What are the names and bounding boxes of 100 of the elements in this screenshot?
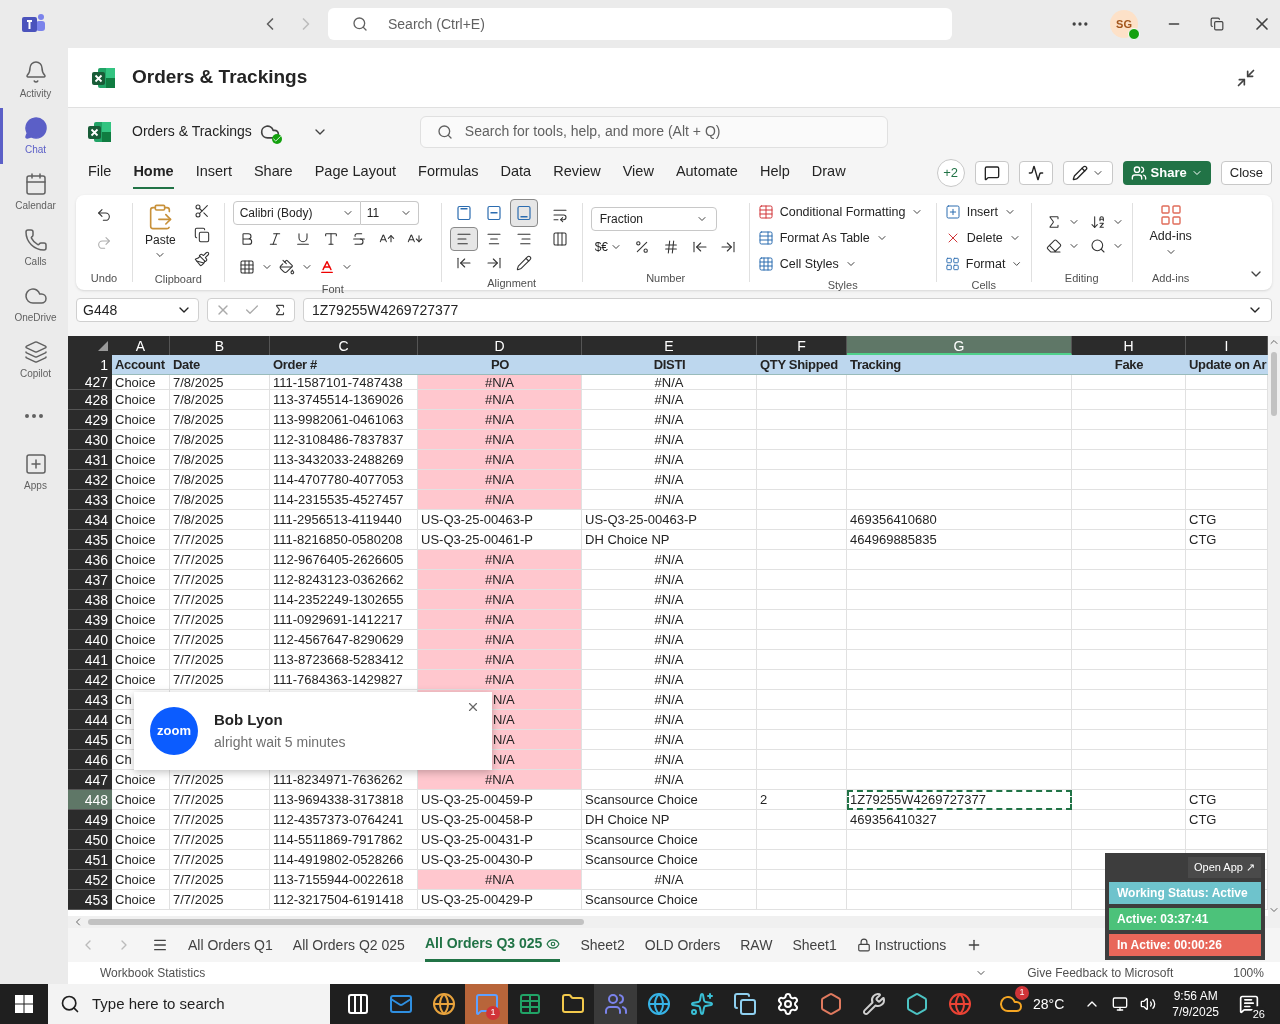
menu-tab[interactable]: File: [88, 156, 112, 189]
row-number[interactable]: 434: [68, 510, 112, 530]
column-header[interactable]: A: [112, 336, 170, 355]
close-button[interactable]: Close: [1220, 160, 1272, 185]
row-number[interactable]: 443: [68, 690, 112, 710]
active-cell[interactable]: 1Z79255W4269727377: [847, 790, 1072, 810]
open-app-button[interactable]: Open App ↗: [1188, 857, 1261, 878]
zoom-level[interactable]: 100%: [1233, 964, 1264, 982]
formula-field[interactable]: 1Z79255W4269727377: [303, 298, 1272, 322]
clock-time[interactable]: 9:56 AM: [1173, 988, 1218, 1004]
collapse-icon[interactable]: [1236, 67, 1256, 88]
name-box[interactable]: G448: [76, 298, 199, 322]
number-format-dropdown[interactable]: Fraction: [590, 207, 717, 231]
font-name-dropdown[interactable]: Calibri (Body): [232, 201, 361, 225]
row-number[interactable]: 439: [68, 610, 112, 630]
column-header[interactable]: E: [582, 336, 757, 355]
volume-icon[interactable]: [1140, 996, 1157, 1012]
column-header[interactable]: B: [170, 336, 270, 355]
comments-button[interactable]: [974, 160, 1009, 185]
sheet-tab[interactable]: Sheet2: [580, 928, 625, 962]
taskbar-app[interactable]: 1: [465, 984, 508, 1024]
column-header[interactable]: D: [418, 336, 582, 355]
row-number[interactable]: 440: [68, 630, 112, 650]
horizontal-scrollbar[interactable]: [68, 916, 1280, 928]
row-number[interactable]: 427: [68, 375, 112, 390]
vertical-scrollbar[interactable]: [1268, 336, 1280, 916]
column-header[interactable]: G: [847, 336, 1072, 355]
menu-tab[interactable]: Review: [553, 156, 601, 189]
row-number[interactable]: 438: [68, 590, 112, 610]
notification-toast[interactable]: zoom Bob Lyon alright wait 5 minutes: [134, 692, 492, 770]
temperature[interactable]: 28°C: [1033, 993, 1065, 1015]
menu-tab[interactable]: Page Layout: [314, 156, 397, 189]
column-header[interactable]: C: [270, 336, 418, 355]
cells-menu-button[interactable]: Insert: [944, 199, 1023, 225]
column-header[interactable]: I: [1186, 336, 1268, 355]
rail-item[interactable]: Activity: [0, 52, 68, 108]
column-header[interactable]: F: [757, 336, 847, 355]
search-field[interactable]: Search for tools, help, and more (Alt + Q): [419, 115, 888, 148]
row-number[interactable]: 450: [68, 830, 112, 850]
search-field[interactable]: Search (Ctrl+E): [328, 8, 952, 40]
row-number[interactable]: 435: [68, 530, 112, 550]
workbook-statistics[interactable]: Workbook Statistics: [100, 964, 206, 982]
cells-menu-button[interactable]: Format: [944, 251, 1023, 277]
sheet-tab[interactable]: All Orders Q2 025: [292, 928, 405, 962]
row-number[interactable]: 449: [68, 810, 112, 830]
row-number[interactable]: 432: [68, 470, 112, 490]
menu-tab[interactable]: Automate: [675, 156, 738, 189]
sheet-tab[interactable]: Instructions: [856, 928, 947, 962]
menu-tab[interactable]: Data: [500, 156, 532, 189]
activity-button[interactable]: [1018, 160, 1053, 185]
windows-logo-icon[interactable]: [15, 995, 33, 1013]
clock-date[interactable]: 7/9/2025: [1172, 1004, 1219, 1020]
menu-tab[interactable]: View: [622, 156, 654, 189]
font-size-dropdown[interactable]: 11: [360, 201, 419, 225]
restore-icon[interactable]: [1210, 17, 1224, 31]
sheet-tab[interactable]: RAW: [740, 928, 773, 962]
row-number[interactable]: 451: [68, 850, 112, 870]
editing-mode-button[interactable]: [1062, 160, 1113, 185]
row-number[interactable]: 436: [68, 550, 112, 570]
row-number[interactable]: 448: [68, 790, 112, 810]
row-number[interactable]: 445: [68, 730, 112, 750]
row-number[interactable]: 452: [68, 870, 112, 890]
menu-tab[interactable]: Insert: [195, 156, 232, 189]
menu-tab[interactable]: Draw: [811, 156, 846, 189]
row-number[interactable]: 429: [68, 410, 112, 430]
menu-tab[interactable]: Home: [133, 156, 174, 189]
sheet-tab[interactable]: OLD Orders: [644, 928, 721, 962]
taskbar-search[interactable]: Type here to search: [48, 984, 330, 1024]
file-name[interactable]: Orders & Trackings: [132, 121, 252, 142]
rail-item[interactable]: Apps: [0, 444, 68, 500]
styles-menu-button[interactable]: Cell Styles: [757, 251, 928, 277]
row-number[interactable]: 453: [68, 890, 112, 910]
close-icon[interactable]: [466, 700, 480, 714]
row-number[interactable]: 446: [68, 750, 112, 770]
currency-button[interactable]: $€: [590, 235, 627, 259]
row-number[interactable]: 431: [68, 450, 112, 470]
row-number[interactable]: 430: [68, 430, 112, 450]
rail-item[interactable]: Copilot: [0, 332, 68, 388]
paste-button[interactable]: Paste: [141, 199, 180, 271]
row-number[interactable]: 437: [68, 570, 112, 590]
all-sheets-icon[interactable]: [152, 937, 168, 953]
feedback-link[interactable]: Give Feedback to Microsoft: [1027, 964, 1174, 982]
row-number[interactable]: 444: [68, 710, 112, 730]
column-header[interactable]: H: [1072, 336, 1186, 355]
rail-item[interactable]: Calendar: [0, 164, 68, 220]
sheet-tab[interactable]: All Orders Q1: [188, 928, 273, 962]
add-ins-button[interactable]: Add-ins: [1149, 199, 1192, 270]
rail-item[interactable]: Calls: [0, 220, 68, 276]
row-number[interactable]: 447: [68, 770, 112, 790]
align-left-button[interactable]: [449, 227, 478, 251]
cells-menu-button[interactable]: Delete: [944, 225, 1023, 251]
collaborators-button[interactable]: +2: [936, 158, 965, 187]
row-number[interactable]: 433: [68, 490, 112, 510]
row-number[interactable]: 1: [68, 355, 112, 375]
avatar[interactable]: SG: [1110, 10, 1138, 38]
row-number[interactable]: 428: [68, 390, 112, 410]
share-button[interactable]: Share: [1122, 160, 1211, 185]
styles-menu-button[interactable]: Conditional Formatting: [757, 199, 928, 225]
sheet-tab[interactable]: Sheet1: [792, 928, 837, 962]
rail-item[interactable]: OneDrive: [0, 276, 68, 332]
